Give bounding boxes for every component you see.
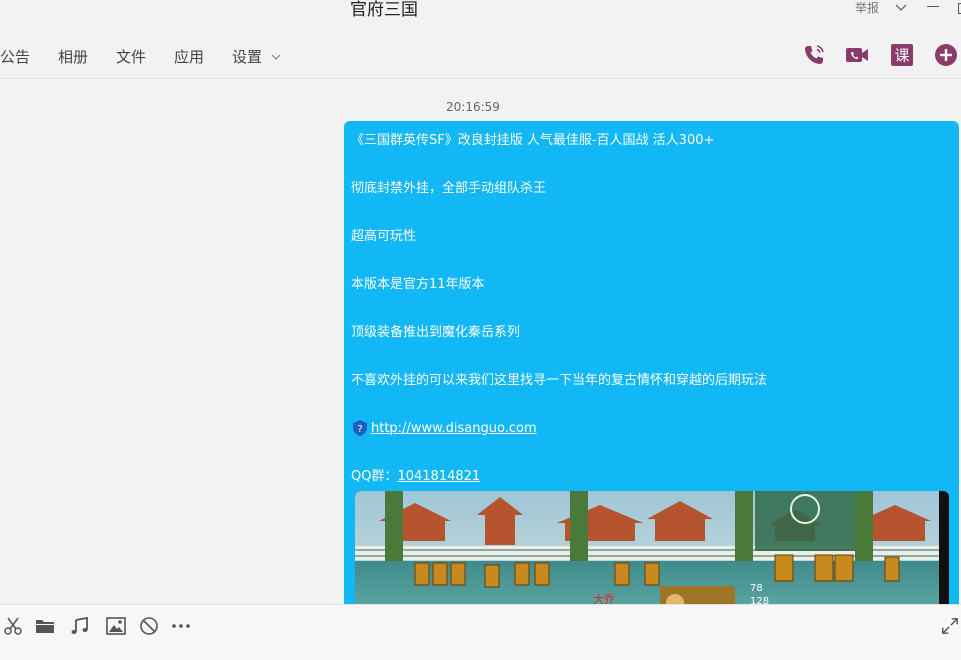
message-bubble[interactable]: 《三国群英传SF》改良封挂版 人气最佳服-百人国战 活人300+ 彻底封禁外挂，… xyxy=(344,121,959,604)
add-icon[interactable] xyxy=(934,43,958,67)
qq-group-label: QQ群： xyxy=(351,469,398,484)
chat-area[interactable]: 20:16:59 《三国群英传SF》改良封挂版 人气最佳服-百人国战 活人300… xyxy=(0,79,961,604)
chevron-down-icon[interactable] xyxy=(894,1,908,15)
svg-text:78: 78 xyxy=(750,583,763,594)
expand-icon[interactable] xyxy=(941,616,959,636)
security-question-icon: ? xyxy=(353,420,367,436)
message-line: 不喜欢外挂的可以来我们这里找寻一下当年的复古情怀和穿越的后期玩法 xyxy=(351,373,768,388)
class-icon[interactable]: 课 xyxy=(890,43,914,67)
title-bar: 官府三国 举报 xyxy=(0,0,961,28)
tab-files[interactable]: 文件 xyxy=(116,47,146,67)
scissors-icon[interactable] xyxy=(3,616,23,636)
tab-announcement[interactable]: 公告 xyxy=(0,47,30,67)
class-icon-label: 课 xyxy=(894,47,909,65)
message-timestamp: 20:16:59 xyxy=(446,100,500,114)
video-call-icon[interactable] xyxy=(845,43,869,67)
block-icon[interactable] xyxy=(139,616,159,636)
qq-group-number-link[interactable]: 1041814821 xyxy=(397,469,480,484)
message-line: 超高可玩性 xyxy=(351,229,417,244)
folder-icon[interactable] xyxy=(35,616,55,636)
message-line: 《三国群英传SF》改良封挂版 人气最佳服-百人国战 活人300+ xyxy=(351,133,715,148)
tab-album[interactable]: 相册 xyxy=(58,47,88,67)
minimize-button[interactable] xyxy=(927,6,939,7)
phone-icon[interactable] xyxy=(802,43,826,67)
svg-text:大乔: 大乔 xyxy=(593,592,615,604)
window-title: 官府三国 xyxy=(350,0,418,20)
svg-text:128: 128 xyxy=(750,596,769,604)
report-button[interactable]: 举报 xyxy=(855,0,879,16)
more-icon[interactable] xyxy=(171,616,191,636)
qq-group-line: QQ群：1041814821 xyxy=(351,468,480,486)
message-line: 彻底封禁外挂，全部手动组队杀王 xyxy=(351,181,547,196)
link-line: http://www.disanguo.com xyxy=(371,420,537,438)
svg-text:?: ? xyxy=(357,424,362,435)
music-icon[interactable] xyxy=(70,616,90,636)
game-screenshot-image[interactable]: 大乔 78 128 xyxy=(355,491,949,604)
tab-apps[interactable]: 应用 xyxy=(174,47,204,67)
website-link[interactable]: http://www.disanguo.com xyxy=(371,421,537,436)
message-line: 本版本是官方11年版本 xyxy=(351,277,485,292)
image-icon[interactable] xyxy=(106,616,126,636)
input-toolbar xyxy=(0,604,961,660)
message-line: 顶级装备推出到魔化秦岳系列 xyxy=(351,325,521,340)
tab-settings[interactable]: 设置 xyxy=(232,47,262,67)
chevron-down-icon[interactable] xyxy=(271,53,281,61)
